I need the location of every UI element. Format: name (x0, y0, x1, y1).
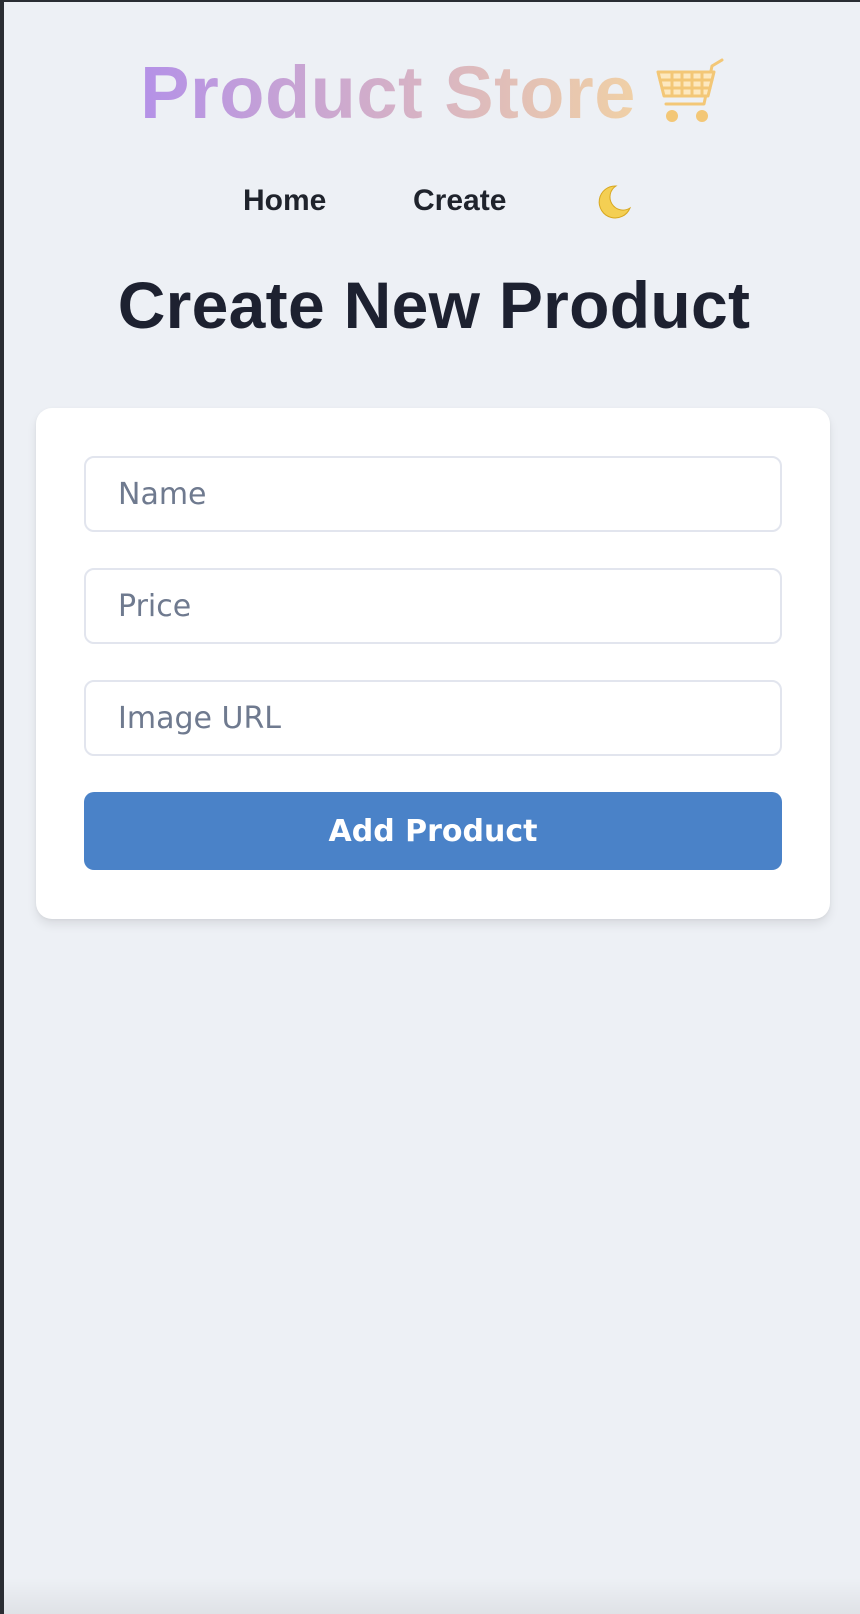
app-window: Product Store Home Create Create New Pro… (4, 2, 860, 1614)
crescent-moon-icon[interactable] (594, 182, 634, 222)
create-product-form: Add Product (36, 408, 830, 919)
shopping-cart-icon (650, 54, 728, 132)
bottom-shade (4, 1578, 860, 1614)
main-nav: Home Create (4, 176, 860, 226)
product-price-input[interactable] (84, 568, 782, 644)
site-header: Product Store (4, 50, 860, 136)
nav-link-create[interactable]: Create (413, 176, 506, 226)
brand-title[interactable]: Product Store (140, 50, 636, 136)
add-product-button[interactable]: Add Product (84, 792, 782, 870)
page-title: Create New Product (117, 268, 751, 342)
product-name-input[interactable] (84, 456, 782, 532)
product-image-url-input[interactable] (84, 680, 782, 756)
nav-link-home[interactable]: Home (243, 176, 326, 226)
